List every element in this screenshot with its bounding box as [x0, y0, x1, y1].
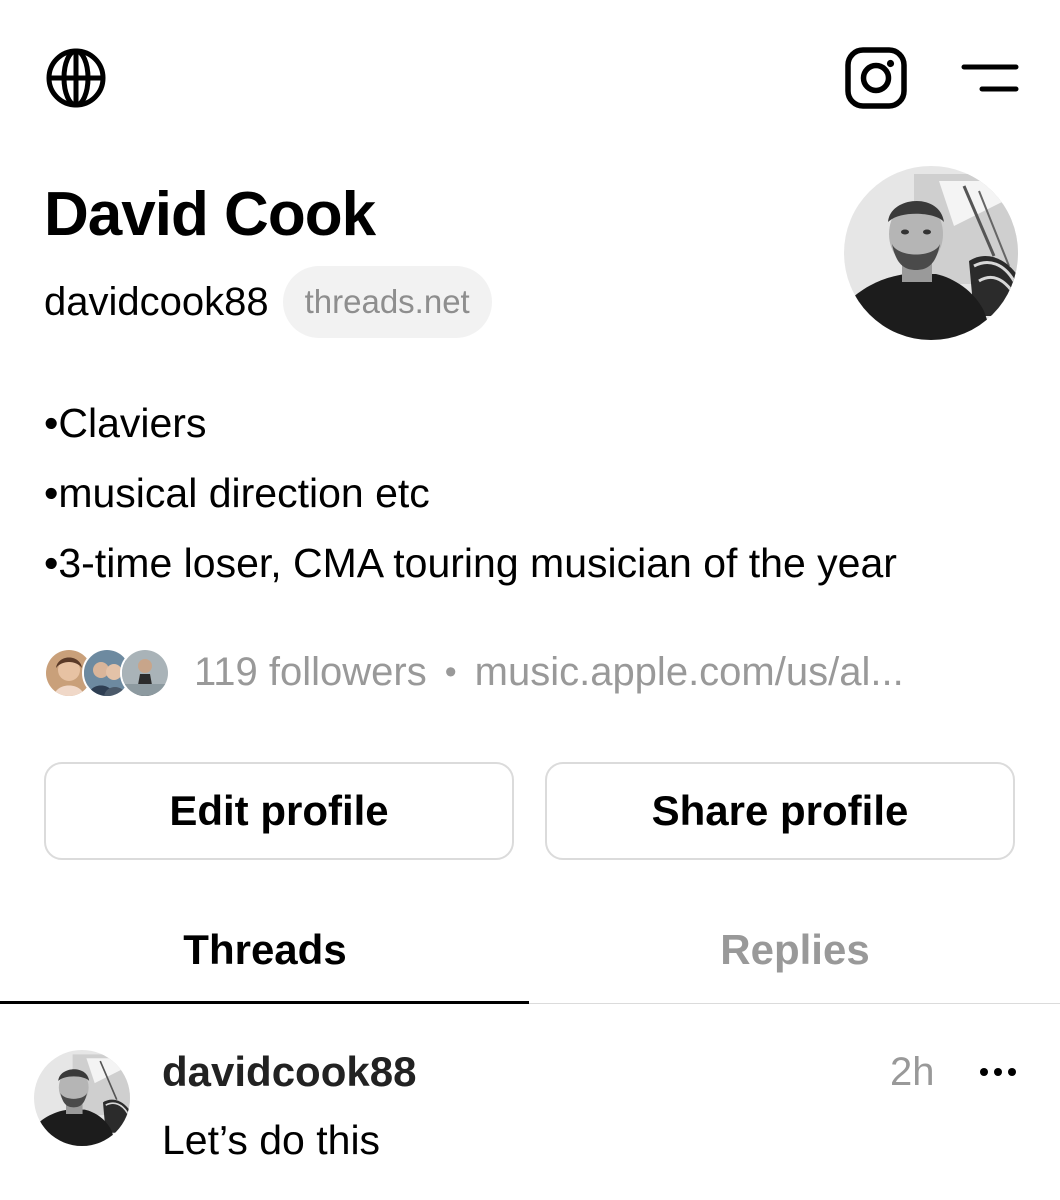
- menu-icon[interactable]: [960, 60, 1020, 96]
- share-profile-button[interactable]: Share profile: [545, 762, 1015, 860]
- bio-line: •Claviers: [44, 400, 207, 446]
- post-avatar[interactable]: [34, 1050, 130, 1146]
- post-text: Let’s do this: [162, 1117, 381, 1163]
- tab-replies[interactable]: Replies: [530, 920, 1060, 980]
- active-tab-indicator: [0, 1001, 529, 1004]
- post-timestamp: 2h: [890, 1050, 935, 1094]
- bio: •Claviers •musical direction etc •3-time…: [44, 388, 1034, 598]
- followers-count[interactable]: 119 followers: [194, 650, 427, 695]
- more-icon[interactable]: [976, 1054, 1020, 1090]
- follower-avatar: [120, 648, 170, 698]
- handle-row: davidcook88 threads.net: [44, 266, 492, 338]
- followers-row: 119 followers • music.apple.com/us/al...: [44, 644, 1034, 700]
- bio-line: •musical direction etc: [44, 470, 430, 516]
- edit-profile-button[interactable]: Edit profile: [44, 762, 514, 860]
- profile-page: David Cook davidcook88 threads.net •Clav…: [0, 0, 1060, 1200]
- bio-line: •3-time loser, CMA touring musician of t…: [44, 540, 897, 586]
- separator: •: [444, 652, 457, 691]
- profile-handle: davidcook88: [44, 280, 269, 324]
- tab-threads[interactable]: Threads: [0, 920, 530, 980]
- post-username[interactable]: davidcook88: [162, 1044, 416, 1100]
- profile-link[interactable]: music.apple.com/us/al...: [475, 650, 904, 695]
- follower-facepile[interactable]: [44, 644, 170, 700]
- profile-name: David Cook: [44, 180, 376, 249]
- avatar[interactable]: [844, 166, 1018, 340]
- profile-photo: [844, 166, 1018, 340]
- domain-badge[interactable]: threads.net: [282, 266, 492, 338]
- globe-icon[interactable]: [44, 46, 108, 110]
- instagram-icon[interactable]: [844, 46, 908, 110]
